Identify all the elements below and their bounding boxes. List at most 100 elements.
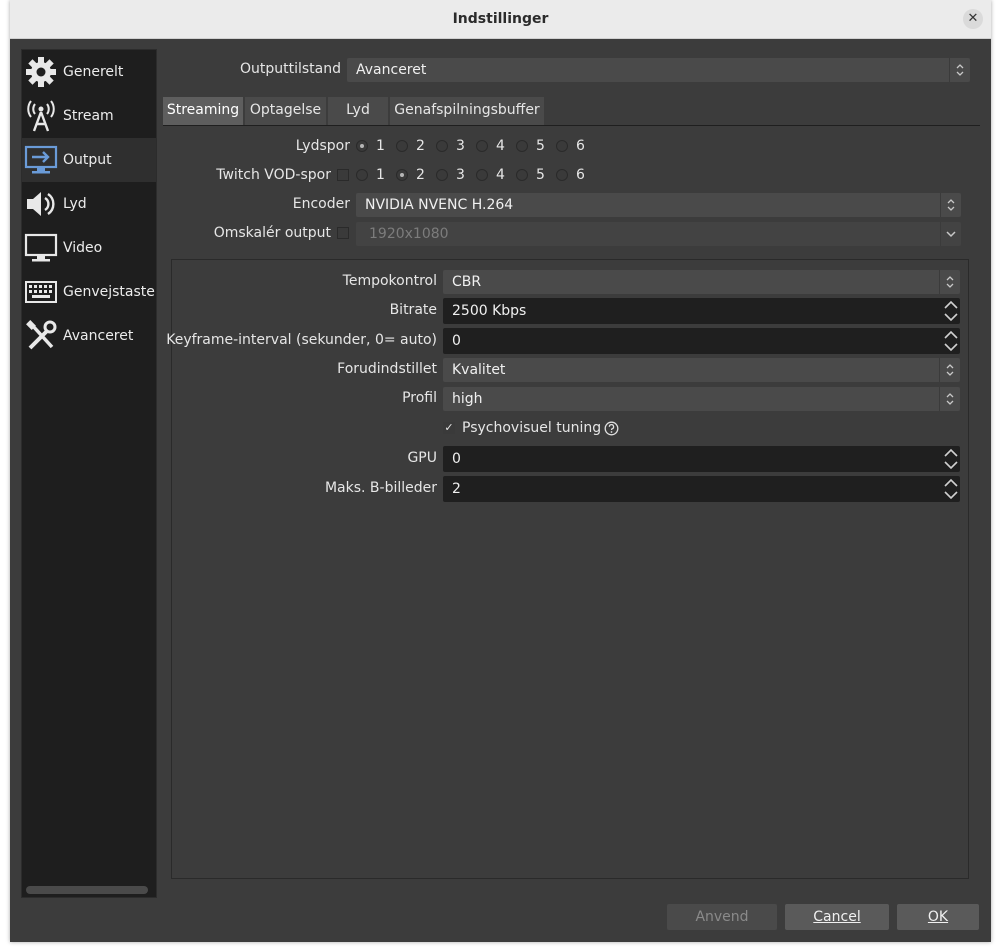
spin-arrows-icon[interactable] bbox=[942, 446, 960, 472]
sidebar-horizontal-scrollbar[interactable] bbox=[26, 886, 148, 894]
radio-label: 4 bbox=[496, 138, 505, 154]
twitch-vod-checkbox[interactable] bbox=[337, 169, 349, 181]
radio-label: 5 bbox=[536, 167, 545, 183]
broadcast-antenna-icon bbox=[27, 100, 55, 132]
tab-optagelse[interactable]: Optagelse bbox=[245, 97, 326, 125]
output-mode-value: Avanceret bbox=[356, 62, 427, 78]
rescale-output-label: Omskalér output bbox=[213, 225, 331, 241]
audio-track-radio-2[interactable] bbox=[396, 140, 408, 152]
twitch-vod-radio-2[interactable] bbox=[396, 169, 408, 181]
radio-label: 1 bbox=[376, 138, 385, 154]
speaker-icon bbox=[27, 192, 55, 216]
sidebar-item-genvejstaster[interactable]: Genvejstaster bbox=[22, 270, 156, 314]
sidebar-item-video[interactable]: Video bbox=[22, 226, 156, 270]
chevron-down-icon bbox=[940, 222, 961, 246]
settings-window: Indstillinger ✕ Generelt Stream Output L… bbox=[10, 0, 991, 942]
radio-label: 3 bbox=[456, 167, 465, 183]
twitch-vod-label: Twitch VOD-spor bbox=[216, 167, 331, 183]
window-title: Indstillinger bbox=[452, 11, 549, 27]
button-label: OK bbox=[927, 909, 949, 925]
preset-value: Kvalitet bbox=[452, 362, 506, 378]
sidebar-item-avanceret[interactable]: Avanceret bbox=[22, 314, 156, 358]
spin-arrows-icon[interactable] bbox=[942, 298, 960, 324]
psychovisual-tuning-checkbox[interactable]: ✓ bbox=[443, 422, 455, 434]
encoder-select[interactable]: NVIDIA NVENC H.264 bbox=[356, 193, 961, 217]
apply-button[interactable]: Anvend bbox=[667, 904, 777, 930]
output-mode-select[interactable]: Avanceret bbox=[347, 58, 970, 82]
updown-arrows-icon bbox=[939, 387, 960, 411]
close-button[interactable]: ✕ bbox=[963, 9, 983, 29]
audio-track-radio-5[interactable] bbox=[516, 140, 528, 152]
radio-label: 1 bbox=[376, 167, 385, 183]
tools-icon bbox=[26, 320, 57, 350]
gpu-value: 0 bbox=[452, 451, 461, 467]
keyframe-interval-spinbox[interactable]: 0 bbox=[443, 328, 960, 354]
keyframe-interval-label: Keyframe-interval (sekunder, 0= auto) bbox=[166, 332, 437, 348]
keyboard-icon bbox=[25, 281, 57, 303]
radio-label: 2 bbox=[416, 138, 425, 154]
twitch-vod-radio-6[interactable] bbox=[556, 169, 568, 181]
twitch-vod-radio-4[interactable] bbox=[476, 169, 488, 181]
sidebar-item-generelt[interactable]: Generelt bbox=[22, 50, 156, 94]
preset-select[interactable]: Kvalitet bbox=[443, 358, 960, 382]
bitrate-value: 2500 Kbps bbox=[452, 303, 527, 319]
audio-track-radio-6[interactable] bbox=[556, 140, 568, 152]
sidebar-item-stream[interactable]: Stream bbox=[22, 94, 156, 138]
spin-arrows-icon[interactable] bbox=[942, 476, 960, 502]
bitrate-label: Bitrate bbox=[389, 302, 437, 318]
audio-track-radio-3[interactable] bbox=[436, 140, 448, 152]
twitch-vod-radio-1[interactable] bbox=[356, 169, 368, 181]
radio-label: 4 bbox=[496, 167, 505, 183]
updown-arrows-icon bbox=[949, 58, 970, 82]
sidebar-item-label: Output bbox=[63, 152, 112, 168]
sidebar-item-label: Generelt bbox=[63, 64, 124, 80]
tab-streaming[interactable]: Streaming bbox=[163, 97, 243, 125]
settings-sidebar: Generelt Stream Output Lyd Video Genvejs… bbox=[21, 49, 157, 898]
button-label: Anvend bbox=[695, 909, 749, 925]
spin-arrows-icon[interactable] bbox=[942, 328, 960, 354]
psychovisual-tuning-label: Psychovisuel tuning bbox=[462, 420, 602, 436]
tab-label: Optagelse bbox=[249, 102, 322, 118]
bitrate-spinbox[interactable]: 2500 Kbps bbox=[443, 298, 960, 324]
tab-genafspilningsbuffer[interactable]: Genafspilningsbuffer bbox=[390, 97, 544, 125]
title-bar: Indstillinger ✕ bbox=[10, 0, 991, 39]
ok-button[interactable]: OK bbox=[897, 904, 979, 930]
monitor-output-icon bbox=[24, 145, 58, 174]
gpu-label: GPU bbox=[407, 450, 437, 466]
audio-track-radio-4[interactable] bbox=[476, 140, 488, 152]
rescale-output-checkbox[interactable] bbox=[337, 227, 349, 239]
updown-arrows-icon bbox=[939, 358, 960, 382]
gear-icon bbox=[26, 57, 56, 87]
radio-label: 6 bbox=[576, 167, 585, 183]
sidebar-item-lyd[interactable]: Lyd bbox=[22, 182, 156, 226]
twitch-vod-radio-3[interactable] bbox=[436, 169, 448, 181]
rate-control-select[interactable]: CBR bbox=[443, 270, 960, 294]
output-mode-label: Outputtilstand bbox=[239, 61, 341, 77]
profile-label: Profil bbox=[402, 390, 437, 406]
sidebar-item-output[interactable]: Output bbox=[22, 138, 156, 182]
audio-track-radio-1[interactable] bbox=[356, 140, 368, 152]
rescale-resolution-value: 1920x1080 bbox=[369, 226, 449, 242]
rate-control-label: Tempokontrol bbox=[342, 273, 437, 289]
display-icon bbox=[24, 233, 58, 262]
updown-arrows-icon bbox=[940, 193, 961, 217]
sidebar-item-label: Stream bbox=[63, 108, 114, 124]
max-bframes-spinbox[interactable]: 2 bbox=[443, 476, 960, 502]
encoder-label: Encoder bbox=[292, 196, 350, 212]
gpu-spinbox[interactable]: 0 bbox=[443, 446, 960, 472]
preset-label: Forudindstillet bbox=[337, 361, 437, 377]
help-question-icon[interactable] bbox=[604, 421, 619, 436]
close-icon: ✕ bbox=[967, 11, 979, 26]
twitch-vod-radio-5[interactable] bbox=[516, 169, 528, 181]
sidebar-item-label: Lyd bbox=[63, 196, 87, 212]
max-bframes-value: 2 bbox=[452, 481, 461, 497]
profile-select[interactable]: high bbox=[443, 387, 960, 411]
updown-arrows-icon bbox=[939, 270, 960, 294]
rescale-resolution-select[interactable]: 1920x1080 bbox=[356, 222, 961, 246]
radio-label: 3 bbox=[456, 138, 465, 154]
encoder-value: NVIDIA NVENC H.264 bbox=[365, 197, 514, 213]
profile-value: high bbox=[452, 391, 483, 407]
keyframe-interval-value: 0 bbox=[452, 333, 461, 349]
tab-lyd[interactable]: Lyd bbox=[328, 97, 388, 125]
cancel-button[interactable]: Cancel bbox=[785, 904, 889, 930]
